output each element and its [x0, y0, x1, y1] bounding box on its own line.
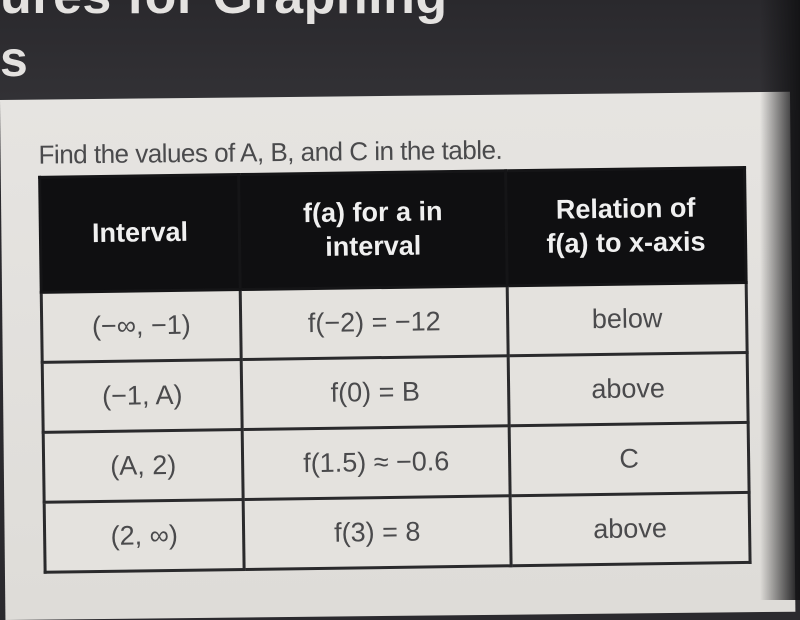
question-prompt: Find the values of A, B, and C in the ta… [38, 134, 503, 170]
table-row: (−1, A) f(0) = B above [42, 352, 749, 433]
header-interval: Interval [39, 174, 241, 293]
question-card: Find the values of A, B, and C in the ta… [0, 91, 796, 620]
header-relation: Relation of f(a) to x-axis [505, 167, 747, 286]
table-header-row: Interval f(a) for a in interval Relation… [39, 167, 747, 293]
screen-edge-shadow [760, 0, 800, 600]
relation-cell: above [510, 492, 751, 566]
lesson-title-continuation: s [0, 31, 28, 87]
interval-cell: (2, ∞) [44, 499, 245, 573]
relation-cell: C [509, 422, 750, 496]
function-value-cell: f(1.5) ≈ −0.6 [242, 425, 511, 500]
interval-cell: (−1, A) [42, 359, 243, 433]
interval-table: Interval f(a) for a in interval Relation… [38, 166, 751, 574]
header-function-value: f(a) for a in interval [238, 170, 508, 290]
table-row: (2, ∞) f(3) = 8 above [44, 492, 751, 573]
relation-cell: below [507, 282, 748, 356]
function-value-cell: f(3) = 8 [243, 495, 512, 570]
table-row: (−∞, −1) f(−2) = −12 below [41, 282, 748, 363]
lesson-title: ures for Graphing [0, 0, 448, 26]
table-row: (A, 2) f(1.5) ≈ −0.6 C [43, 422, 750, 503]
interval-cell: (−∞, −1) [41, 289, 242, 363]
interval-cell: (A, 2) [43, 429, 244, 503]
function-value-cell: f(0) = B [241, 355, 510, 430]
function-value-cell: f(−2) = −12 [240, 285, 509, 360]
relation-cell: above [508, 352, 749, 426]
